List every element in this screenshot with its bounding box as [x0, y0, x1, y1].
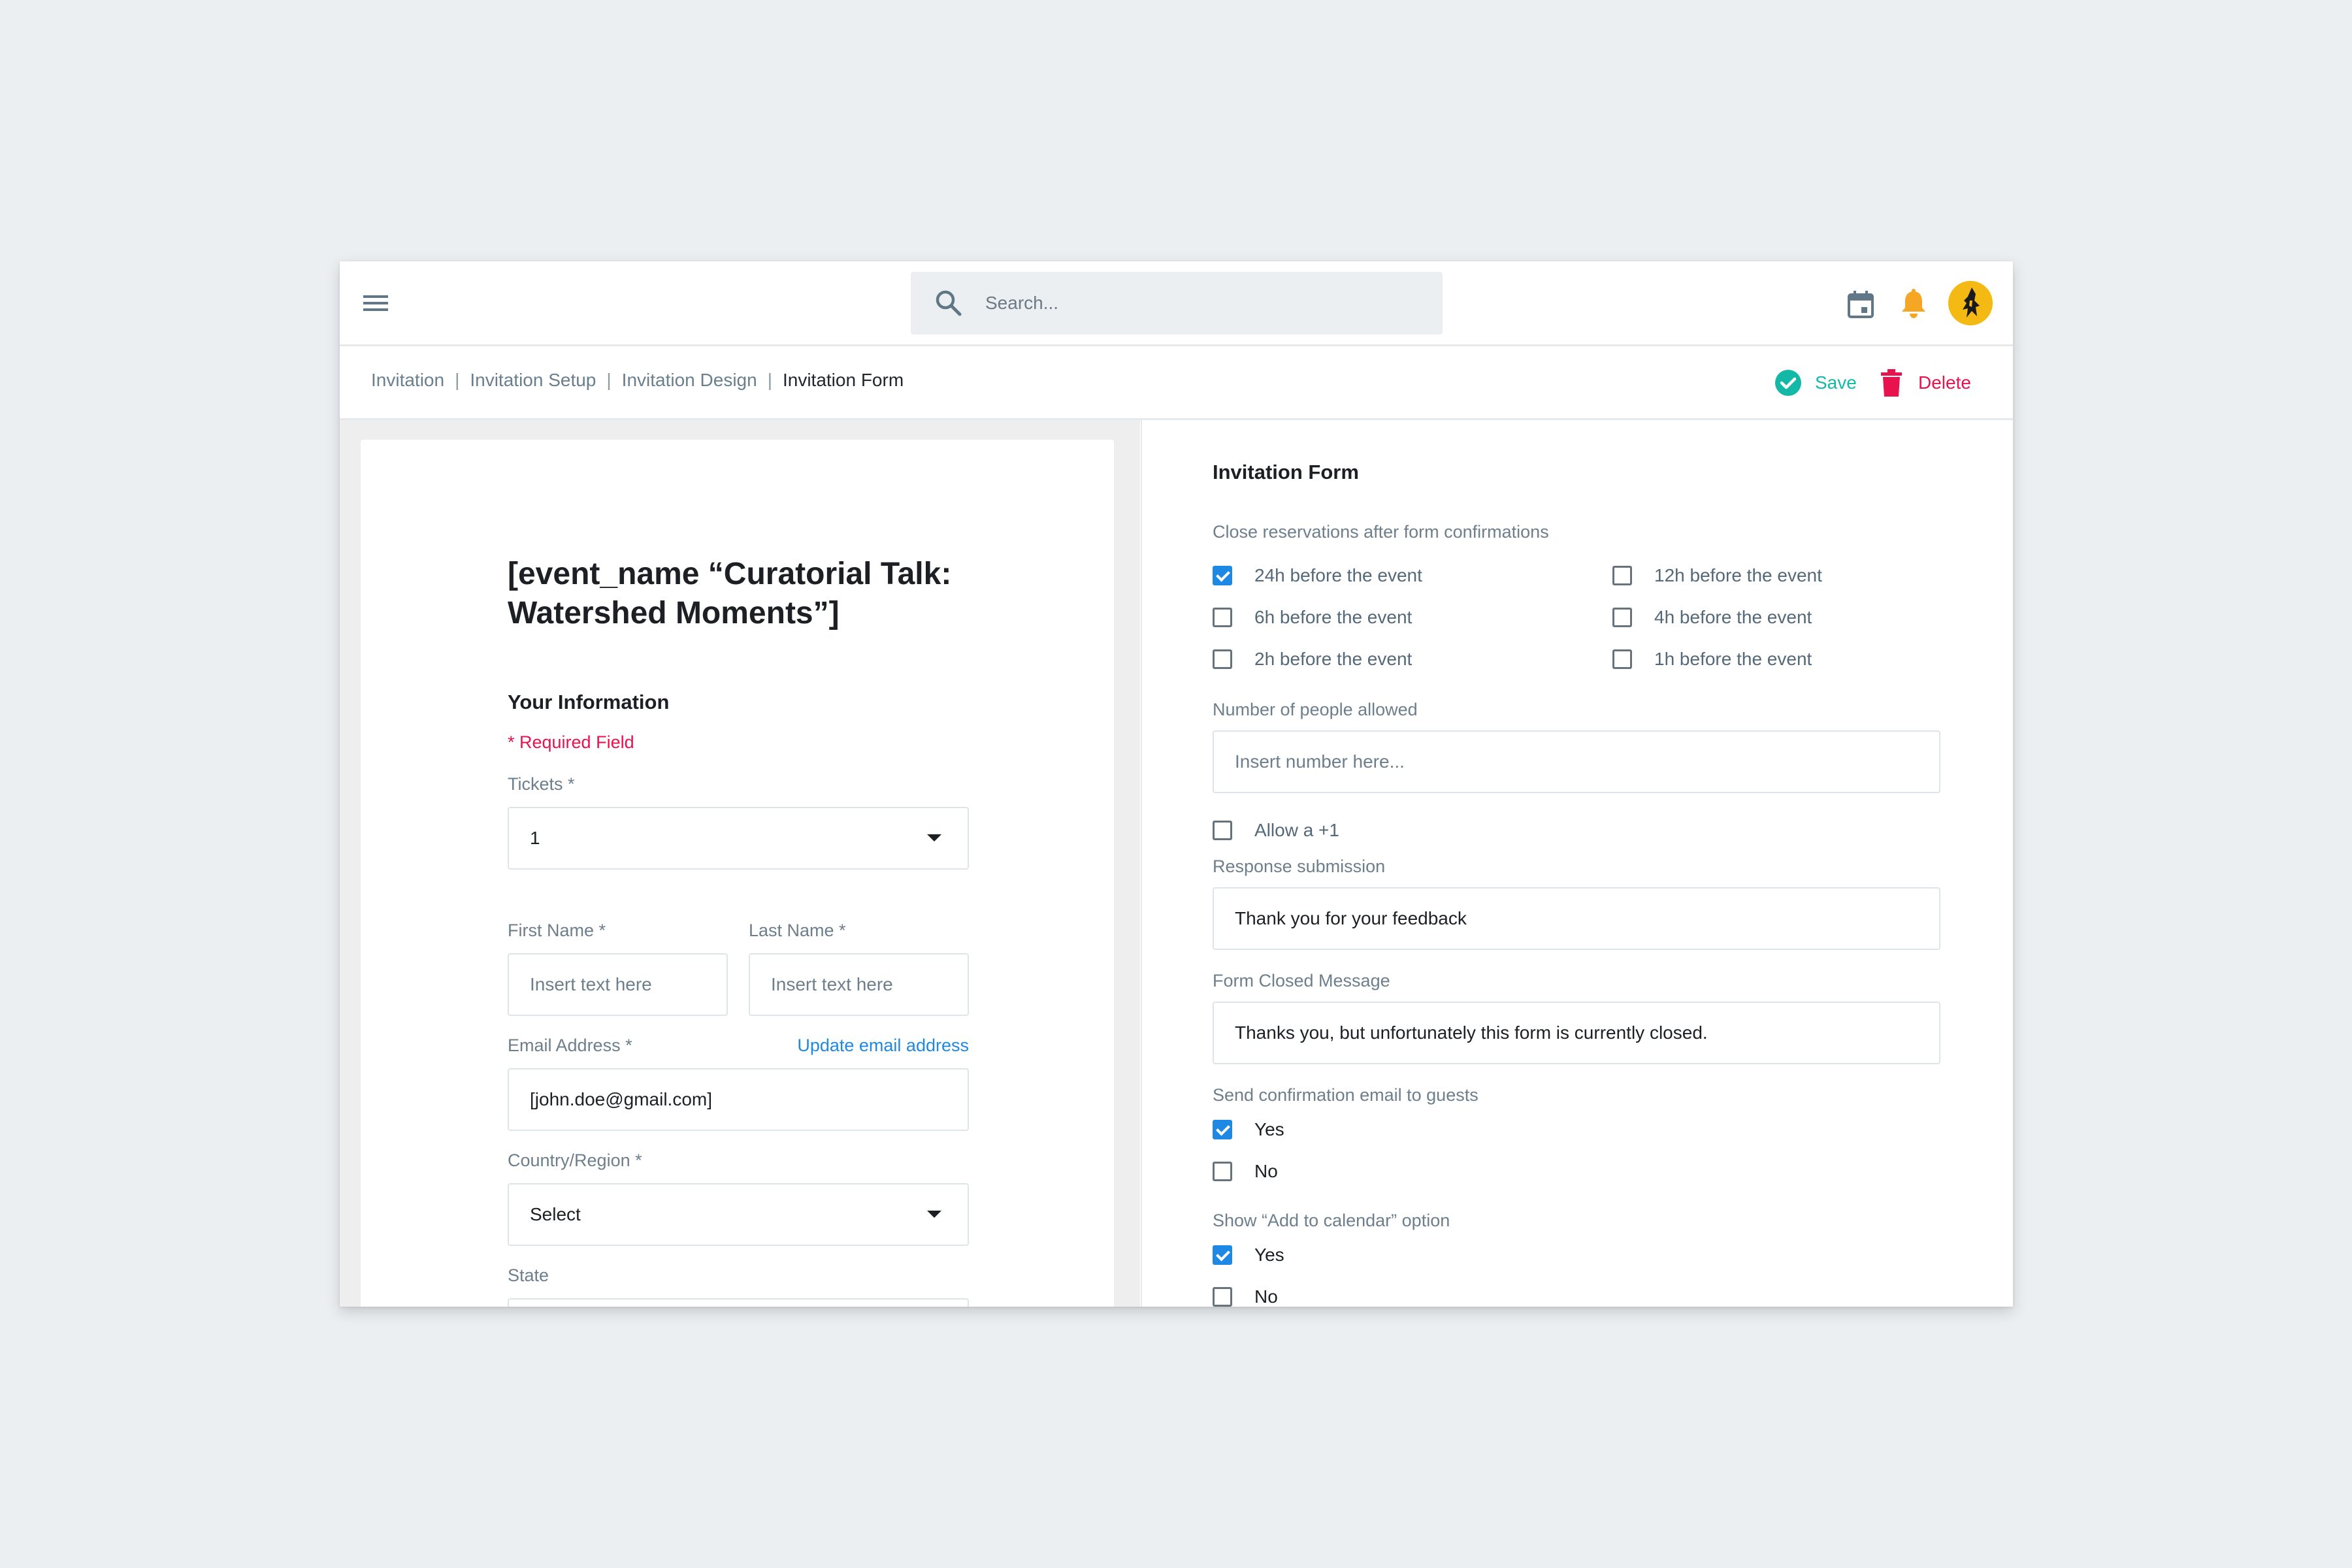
option-2h-checkbox[interactable]: 2h before the event — [1213, 649, 1412, 670]
checkbox-icon — [1213, 821, 1232, 840]
response-submission-value: Thank you for your feedback — [1235, 908, 1467, 928]
checkbox-icon — [1213, 608, 1232, 627]
form-closed-field[interactable]: Thanks you, but unfortunately this form … — [1213, 1002, 1940, 1064]
email-label: Email Address * — [508, 1036, 632, 1055]
email-value: [john.doe@gmail.com] — [530, 1089, 713, 1109]
checkbox-checked-icon — [1213, 566, 1232, 585]
delete-button[interactable]: Delete — [1880, 367, 1971, 399]
menu-icon[interactable] — [361, 290, 392, 316]
response-submission-label: Response submission — [1213, 857, 1386, 876]
checkbox-icon — [1612, 608, 1632, 627]
state-field[interactable] — [508, 1298, 969, 1307]
tickets-select[interactable]: 1 — [508, 807, 969, 870]
form-closed-label: Form Closed Message — [1213, 971, 1390, 990]
country-label: Country/Region * — [508, 1151, 642, 1170]
people-allowed-placeholder: Insert number here... — [1235, 751, 1405, 772]
checkbox-icon — [1612, 649, 1632, 669]
trash-icon — [1881, 369, 1902, 397]
allow-plus-one-label: Allow a +1 — [1254, 820, 1339, 840]
breadcrumb-separator: | — [606, 370, 612, 390]
breadcrumb-separator: | — [767, 370, 772, 390]
response-submission-field[interactable]: Thank you for your feedback — [1213, 887, 1940, 950]
save-label: Save — [1815, 372, 1857, 393]
avatar-portrait-icon — [1948, 281, 1993, 325]
search-icon — [936, 290, 962, 316]
first-name-label: First Name * — [508, 921, 606, 940]
check-circle-icon — [1775, 370, 1801, 396]
calendar-yes-label: Yes — [1254, 1245, 1284, 1265]
option-24h-checkbox[interactable]: 24h before the event — [1213, 565, 1422, 586]
section-title: Your Information — [508, 691, 670, 713]
confirmation-yes-checkbox[interactable]: Yes — [1213, 1119, 1284, 1140]
option-1h-checkbox[interactable]: 1h before the event — [1612, 649, 1812, 670]
caret-down-icon — [927, 1211, 941, 1218]
required-note: * Required Field — [508, 732, 634, 752]
calendar-icon[interactable] — [1845, 289, 1876, 320]
option-1h-label: 1h before the event — [1654, 649, 1812, 669]
allow-plus-one-checkbox[interactable]: Allow a +1 — [1213, 820, 1339, 841]
form-preview-area: [event_name “Curatorial Talk: Watershed … — [340, 420, 1140, 1307]
country-select[interactable]: Select — [508, 1183, 969, 1246]
checkbox-icon — [1612, 566, 1632, 585]
checkbox-checked-icon — [1213, 1245, 1232, 1265]
event-title: [event_name “Curatorial Talk: Watershed … — [508, 557, 952, 630]
confirmation-yes-label: Yes — [1254, 1119, 1284, 1139]
breadcrumb: Invitation | Invitation Setup | Invitati… — [371, 370, 904, 391]
breadcrumb-bar: Invitation | Invitation Setup | Invitati… — [340, 346, 2013, 420]
tickets-label: Tickets * — [508, 774, 575, 794]
option-6h-checkbox[interactable]: 6h before the event — [1213, 607, 1412, 628]
calendar-no-label: No — [1254, 1286, 1278, 1307]
last-name-field[interactable]: Insert text here — [749, 953, 969, 1016]
add-to-calendar-label: Show “Add to calendar” option — [1213, 1211, 1450, 1230]
first-name-placeholder: Insert text here — [530, 974, 652, 994]
last-name-label: Last Name * — [749, 921, 846, 940]
form-closed-value: Thanks you, but unfortunately this form … — [1235, 1022, 1708, 1043]
caret-down-icon — [927, 834, 941, 841]
search-input[interactable] — [985, 285, 1416, 321]
checkbox-icon — [1213, 1162, 1232, 1181]
form-preview-card: [event_name “Curatorial Talk: Watershed … — [361, 440, 1114, 1307]
state-label: State — [508, 1266, 549, 1285]
calendar-yes-checkbox[interactable]: Yes — [1213, 1245, 1284, 1266]
option-12h-checkbox[interactable]: 12h before the event — [1612, 565, 1822, 586]
people-allowed-field[interactable]: Insert number here... — [1213, 730, 1940, 793]
confirmation-email-label: Send confirmation email to guests — [1213, 1085, 1478, 1105]
app-window: Invitation | Invitation Setup | Invitati… — [340, 261, 2013, 1307]
option-6h-label: 6h before the event — [1254, 607, 1413, 627]
option-24h-label: 24h before the event — [1254, 565, 1422, 585]
close-reservations-label: Close reservations after form confirmati… — [1213, 522, 1549, 542]
checkbox-checked-icon — [1213, 1120, 1232, 1139]
people-allowed-label: Number of people allowed — [1213, 700, 1418, 719]
option-4h-label: 4h before the event — [1654, 607, 1812, 627]
checkbox-icon — [1213, 649, 1232, 669]
confirmation-no-label: No — [1254, 1161, 1278, 1181]
top-bar — [340, 261, 2013, 346]
form-settings-panel: Invitation Form Close reservations after… — [1141, 420, 2013, 1307]
option-4h-checkbox[interactable]: 4h before the event — [1612, 607, 1812, 628]
save-button[interactable]: Save — [1774, 367, 1857, 399]
confirmation-no-checkbox[interactable]: No — [1213, 1161, 1278, 1182]
avatar[interactable] — [1948, 281, 1993, 325]
tickets-value: 1 — [530, 828, 540, 848]
checkbox-icon — [1213, 1287, 1232, 1307]
option-2h-label: 2h before the event — [1254, 649, 1413, 669]
calendar-no-checkbox[interactable]: No — [1213, 1286, 1278, 1307]
first-name-field[interactable]: Insert text here — [508, 953, 728, 1016]
email-field[interactable]: [john.doe@gmail.com] — [508, 1068, 969, 1131]
last-name-placeholder: Insert text here — [771, 974, 893, 994]
bell-icon[interactable] — [1897, 287, 1930, 320]
option-12h-label: 12h before the event — [1654, 565, 1822, 585]
breadcrumb-invitation-setup[interactable]: Invitation Setup — [470, 370, 596, 391]
delete-label: Delete — [1918, 372, 1971, 393]
breadcrumb-separator: | — [455, 370, 460, 390]
breadcrumb-invitation[interactable]: Invitation — [371, 370, 444, 391]
breadcrumb-current: Invitation Form — [782, 370, 904, 390]
search-bar — [911, 272, 1443, 335]
country-value: Select — [530, 1204, 581, 1224]
update-email-link[interactable]: Update email address — [797, 1036, 969, 1056]
breadcrumb-invitation-design[interactable]: Invitation Design — [622, 370, 757, 391]
settings-title: Invitation Form — [1213, 461, 1359, 483]
